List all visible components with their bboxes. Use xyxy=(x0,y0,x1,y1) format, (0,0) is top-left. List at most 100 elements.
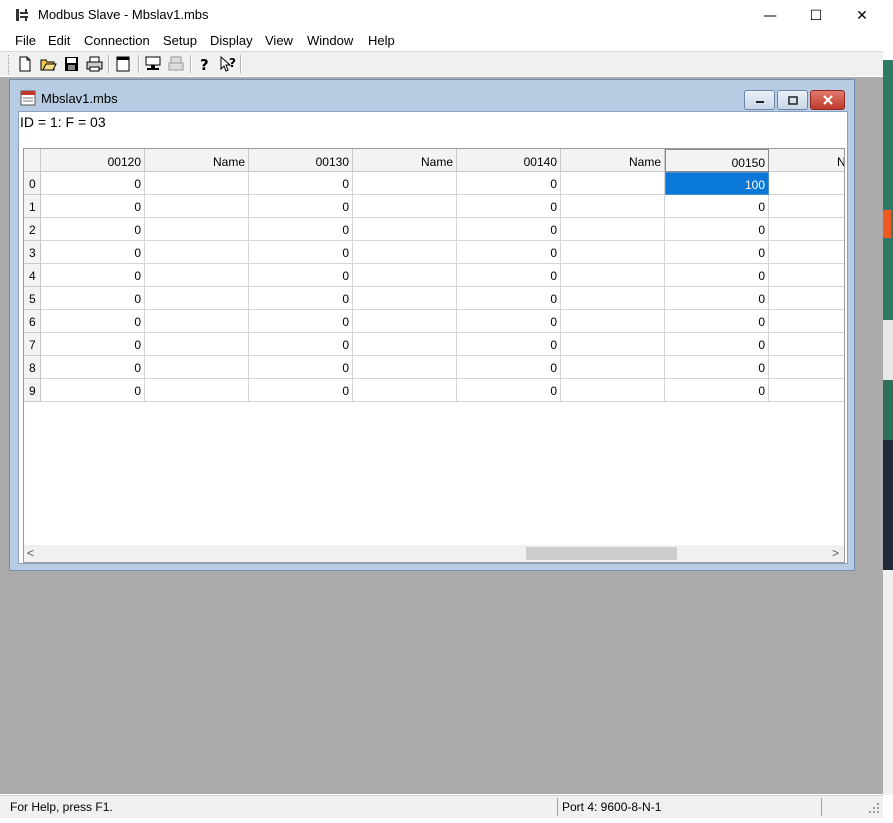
table-cell[interactable] xyxy=(769,264,844,287)
row-header[interactable]: 9 xyxy=(24,379,41,402)
scroll-left-arrow[interactable]: < xyxy=(27,546,34,560)
column-header[interactable]: Name xyxy=(353,149,457,172)
table-cell[interactable]: 0 xyxy=(457,218,561,241)
context-help-icon[interactable]: ? xyxy=(218,54,238,74)
size-grip-icon[interactable] xyxy=(868,802,880,814)
table-cell[interactable]: 0 xyxy=(249,241,353,264)
menu-file[interactable]: File xyxy=(15,33,36,48)
close-button[interactable]: ✕ xyxy=(839,0,885,31)
table-cell[interactable]: 0 xyxy=(665,310,769,333)
table-cell[interactable]: 0 xyxy=(457,195,561,218)
table-cell[interactable]: 0 xyxy=(41,333,145,356)
row-header[interactable]: 1 xyxy=(24,195,41,218)
row-header[interactable]: 0 xyxy=(24,172,41,195)
table-cell[interactable]: 0 xyxy=(249,379,353,402)
table-cell[interactable]: 0 xyxy=(41,287,145,310)
connect-icon[interactable] xyxy=(143,54,163,74)
table-cell[interactable] xyxy=(145,195,249,218)
table-cell[interactable]: 100 xyxy=(665,172,769,195)
disconnect-icon[interactable] xyxy=(166,54,186,74)
save-icon[interactable] xyxy=(61,54,81,74)
table-cell[interactable] xyxy=(353,264,457,287)
table-cell[interactable]: 0 xyxy=(457,241,561,264)
print-icon[interactable] xyxy=(84,54,104,74)
table-cell[interactable] xyxy=(145,218,249,241)
column-header[interactable]: Name xyxy=(145,149,249,172)
table-cell[interactable] xyxy=(353,356,457,379)
table-cell[interactable]: 0 xyxy=(457,172,561,195)
document-close-button[interactable] xyxy=(810,90,845,110)
table-cell[interactable] xyxy=(561,195,665,218)
document-minimize-button[interactable] xyxy=(744,90,775,110)
table-cell[interactable]: 0 xyxy=(41,241,145,264)
minimize-button[interactable]: — xyxy=(747,0,793,31)
menu-view[interactable]: View xyxy=(265,33,293,48)
toolbar-grip[interactable] xyxy=(8,55,12,74)
table-cell[interactable] xyxy=(353,195,457,218)
table-cell[interactable] xyxy=(769,379,844,402)
table-cell[interactable]: 0 xyxy=(665,287,769,310)
table-cell[interactable] xyxy=(353,333,457,356)
row-header[interactable]: 7 xyxy=(24,333,41,356)
table-cell[interactable] xyxy=(145,241,249,264)
table-cell[interactable] xyxy=(561,356,665,379)
menu-connection[interactable]: Connection xyxy=(84,33,150,48)
table-cell[interactable]: 0 xyxy=(41,195,145,218)
table-cell[interactable]: 0 xyxy=(457,287,561,310)
table-cell[interactable] xyxy=(769,172,844,195)
table-cell[interactable] xyxy=(145,333,249,356)
table-cell[interactable] xyxy=(145,287,249,310)
table-cell[interactable]: 0 xyxy=(665,195,769,218)
table-cell[interactable]: 0 xyxy=(665,241,769,264)
column-header[interactable]: Name xyxy=(561,149,665,172)
table-cell[interactable] xyxy=(145,356,249,379)
table-cell[interactable] xyxy=(353,310,457,333)
table-cell[interactable] xyxy=(353,287,457,310)
table-cell[interactable] xyxy=(561,241,665,264)
table-cell[interactable]: 0 xyxy=(457,310,561,333)
menu-display[interactable]: Display xyxy=(210,33,253,48)
table-cell[interactable]: 0 xyxy=(249,333,353,356)
table-cell[interactable]: 0 xyxy=(249,310,353,333)
table-cell[interactable]: 0 xyxy=(665,264,769,287)
row-header[interactable]: 3 xyxy=(24,241,41,264)
table-cell[interactable]: 0 xyxy=(665,218,769,241)
table-cell[interactable] xyxy=(353,218,457,241)
table-cell[interactable] xyxy=(561,310,665,333)
table-cell[interactable] xyxy=(561,287,665,310)
table-cell[interactable] xyxy=(769,195,844,218)
row-header[interactable]: 6 xyxy=(24,310,41,333)
column-header[interactable]: 00140 xyxy=(457,149,561,172)
table-cell[interactable]: 0 xyxy=(249,195,353,218)
table-cell[interactable] xyxy=(145,172,249,195)
table-cell[interactable]: 0 xyxy=(249,218,353,241)
table-cell[interactable] xyxy=(353,241,457,264)
table-cell[interactable]: 0 xyxy=(41,172,145,195)
table-cell[interactable] xyxy=(769,333,844,356)
table-cell[interactable] xyxy=(769,218,844,241)
table-cell[interactable] xyxy=(769,241,844,264)
table-cell[interactable] xyxy=(769,287,844,310)
document-title-bar[interactable]: Mbslav1.mbs xyxy=(10,80,854,110)
table-cell[interactable]: 0 xyxy=(41,310,145,333)
table-cell[interactable]: 0 xyxy=(665,379,769,402)
row-header[interactable]: 4 xyxy=(24,264,41,287)
table-cell[interactable] xyxy=(769,356,844,379)
table-cell[interactable]: 0 xyxy=(249,264,353,287)
horizontal-scrollbar[interactable]: < > xyxy=(24,545,844,562)
row-header[interactable]: 8 xyxy=(24,356,41,379)
table-cell[interactable] xyxy=(561,379,665,402)
table-cell[interactable] xyxy=(145,264,249,287)
menu-edit[interactable]: Edit xyxy=(48,33,70,48)
row-header[interactable]: 5 xyxy=(24,287,41,310)
document-restore-button[interactable] xyxy=(777,90,808,110)
menu-window[interactable]: Window xyxy=(307,33,353,48)
scroll-thumb[interactable] xyxy=(526,547,677,560)
table-cell[interactable]: 0 xyxy=(665,333,769,356)
table-cell[interactable]: 0 xyxy=(249,287,353,310)
window-icon[interactable] xyxy=(113,54,133,74)
maximize-button[interactable]: ☐ xyxy=(793,0,839,31)
open-icon[interactable] xyxy=(38,54,58,74)
table-cell[interactable]: 0 xyxy=(41,264,145,287)
help-icon[interactable]: ? xyxy=(195,54,215,74)
